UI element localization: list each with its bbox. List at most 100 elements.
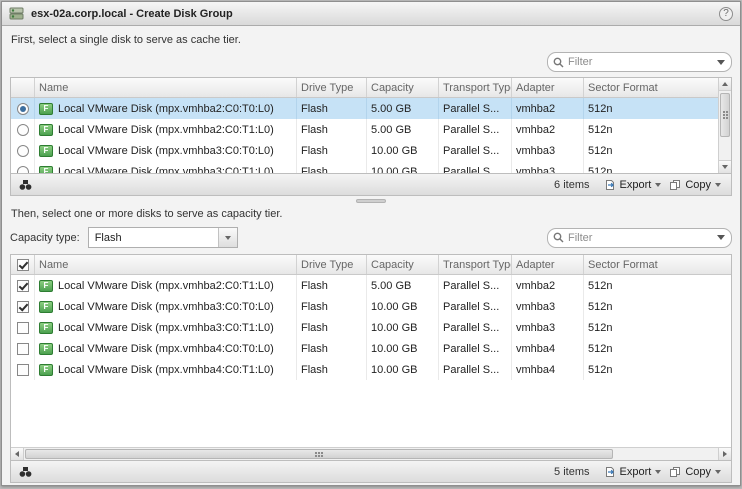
radio-button[interactable] — [17, 145, 29, 157]
disk-name: Local VMware Disk (mpx.vmhba3:C0:T1:L0) — [58, 166, 274, 174]
help-icon[interactable]: ? — [719, 7, 733, 21]
table-row[interactable]: FLocal VMware Disk (mpx.vmhba3:C0:T1:L0)… — [11, 161, 731, 173]
cell-capacity: 10.00 GB — [367, 338, 439, 359]
column-header-capacity[interactable]: Capacity — [367, 255, 439, 274]
cache-tier-table: Name Drive Type Capacity Transport Type … — [10, 77, 732, 174]
filter-dropdown-icon[interactable] — [717, 60, 725, 65]
column-header-drive-type[interactable]: Drive Type — [297, 78, 367, 97]
table-row[interactable]: FLocal VMware Disk (mpx.vmhba2:C0:T0:L0)… — [11, 98, 731, 119]
column-header-name[interactable]: Name — [35, 255, 297, 274]
column-header-drive-type[interactable]: Drive Type — [297, 255, 367, 274]
vertical-scrollbar[interactable] — [718, 78, 731, 173]
select-dropdown-button[interactable] — [218, 228, 237, 247]
row-checkbox[interactable] — [17, 343, 29, 355]
cell-transport-type: Parallel S... — [439, 296, 512, 317]
table-row[interactable]: FLocal VMware Disk (mpx.vmhba2:C0:T1:L0)… — [11, 275, 731, 296]
select-all-checkbox[interactable] — [17, 259, 29, 271]
cell-drive-type: Flash — [297, 275, 367, 296]
flash-disk-icon: F — [39, 301, 53, 313]
table-row[interactable]: FLocal VMware Disk (mpx.vmhba2:C0:T1:L0)… — [11, 119, 731, 140]
disk-group-icon — [9, 7, 25, 21]
column-header-transport-type[interactable]: Transport Type — [439, 78, 512, 97]
capacity-controls-row: Capacity type: Flash — [10, 225, 732, 254]
items-count: 6 items — [554, 179, 589, 191]
disk-name: Local VMware Disk (mpx.vmhba3:C0:T0:L0) — [58, 301, 274, 313]
export-button[interactable]: Export — [600, 464, 666, 480]
items-count: 5 items — [554, 466, 589, 478]
capacity-filter-input[interactable] — [568, 232, 717, 244]
scroll-up-button[interactable] — [719, 78, 731, 91]
table-row[interactable]: FLocal VMware Disk (mpx.vmhba4:C0:T0:L0)… — [11, 338, 731, 359]
cache-filter-input[interactable] — [568, 56, 717, 68]
cell-sector-format: 512n — [584, 98, 731, 119]
column-header-sector-format[interactable]: Sector Format — [584, 78, 731, 97]
flash-disk-icon: F — [39, 343, 53, 355]
column-header-adapter[interactable]: Adapter — [512, 255, 584, 274]
filter-dropdown-icon[interactable] — [717, 235, 725, 240]
cache-filter-box[interactable] — [547, 52, 732, 72]
scrollbar-thumb[interactable] — [720, 93, 730, 137]
find-button[interactable] — [17, 466, 34, 478]
cell-capacity: 10.00 GB — [367, 140, 439, 161]
cell-adapter: vmhba3 — [512, 296, 584, 317]
dialog-body: First, select a single disk to serve as … — [2, 26, 740, 489]
horizontal-scrollbar[interactable] — [11, 447, 731, 460]
cell-capacity: 10.00 GB — [367, 161, 439, 173]
radio-button[interactable] — [17, 166, 29, 174]
radio-button[interactable] — [17, 103, 29, 115]
column-header-adapter[interactable]: Adapter — [512, 78, 584, 97]
column-header-name[interactable]: Name — [35, 78, 297, 97]
cell-adapter: vmhba4 — [512, 359, 584, 380]
scroll-right-button[interactable] — [718, 448, 731, 460]
flash-disk-icon: F — [39, 124, 53, 136]
table-row[interactable]: FLocal VMware Disk (mpx.vmhba3:C0:T1:L0)… — [11, 317, 731, 338]
cell-capacity: 10.00 GB — [367, 296, 439, 317]
export-icon — [604, 179, 616, 191]
cell-adapter: vmhba2 — [512, 119, 584, 140]
dialog-title: esx-02a.corp.local - Create Disk Group — [31, 8, 233, 20]
row-checkbox[interactable] — [17, 364, 29, 376]
capacity-rows-viewport: FLocal VMware Disk (mpx.vmhba2:C0:T1:L0)… — [11, 275, 731, 447]
cell-transport-type: Parallel S... — [439, 140, 512, 161]
table-row[interactable]: F Local VMware Disk (mpx.vmhba3:C0:T0:L0)… — [11, 296, 731, 317]
export-icon — [604, 466, 616, 478]
find-button[interactable] — [17, 179, 34, 191]
cell-sector-format: 512n — [584, 338, 731, 359]
column-header-capacity[interactable]: Capacity — [367, 78, 439, 97]
cell-transport-type: Parallel S... — [439, 338, 512, 359]
export-button[interactable]: Export — [600, 177, 666, 193]
copy-label: Copy — [685, 179, 711, 191]
scroll-left-button[interactable] — [11, 448, 24, 460]
capacity-type-label: Capacity type: — [10, 232, 80, 244]
scroll-down-button[interactable] — [719, 160, 731, 173]
copy-menu-icon — [715, 183, 721, 187]
capacity-tier-instruction: Then, select one or more disks to serve … — [10, 205, 732, 225]
cell-adapter: vmhba2 — [512, 98, 584, 119]
cell-transport-type: Parallel S... — [439, 161, 512, 173]
cell-sector-format: 512n — [584, 275, 731, 296]
radio-column-header — [11, 78, 35, 97]
cell-sector-format: 512n — [584, 359, 731, 380]
copy-button[interactable]: Copy — [665, 464, 725, 480]
cell-adapter: vmhba2 — [512, 275, 584, 296]
copy-menu-icon — [715, 470, 721, 474]
radio-button[interactable] — [17, 124, 29, 136]
capacity-type-select[interactable]: Flash — [88, 227, 238, 248]
row-checkbox[interactable] — [17, 322, 29, 334]
copy-button[interactable]: Copy — [665, 177, 725, 193]
cell-sector-format: 512n — [584, 317, 731, 338]
cache-rows-viewport: F Local VMware Disk (mpx.vmhba2:C0:T0:L0)… — [11, 98, 731, 173]
scrollbar-thumb[interactable] — [25, 449, 613, 459]
disk-name: Local VMware Disk (mpx.vmhba2:C0:T0:L0) — [58, 103, 274, 115]
table-row[interactable]: FLocal VMware Disk (mpx.vmhba3:C0:T0:L0)… — [11, 140, 731, 161]
table-row[interactable]: FLocal VMware Disk (mpx.vmhba4:C0:T1:L0)… — [11, 359, 731, 380]
column-header-transport-type[interactable]: Transport Type — [439, 255, 512, 274]
column-header-sector-format[interactable]: Sector Format — [584, 255, 731, 274]
export-menu-icon — [655, 183, 661, 187]
cache-table-footer: 6 items Export Copy — [10, 174, 732, 196]
row-checkbox[interactable] — [17, 301, 29, 313]
capacity-filter-box[interactable] — [547, 228, 732, 248]
capacity-type-value: Flash — [89, 232, 218, 244]
pane-splitter[interactable] — [10, 196, 732, 205]
row-checkbox[interactable] — [17, 280, 29, 292]
